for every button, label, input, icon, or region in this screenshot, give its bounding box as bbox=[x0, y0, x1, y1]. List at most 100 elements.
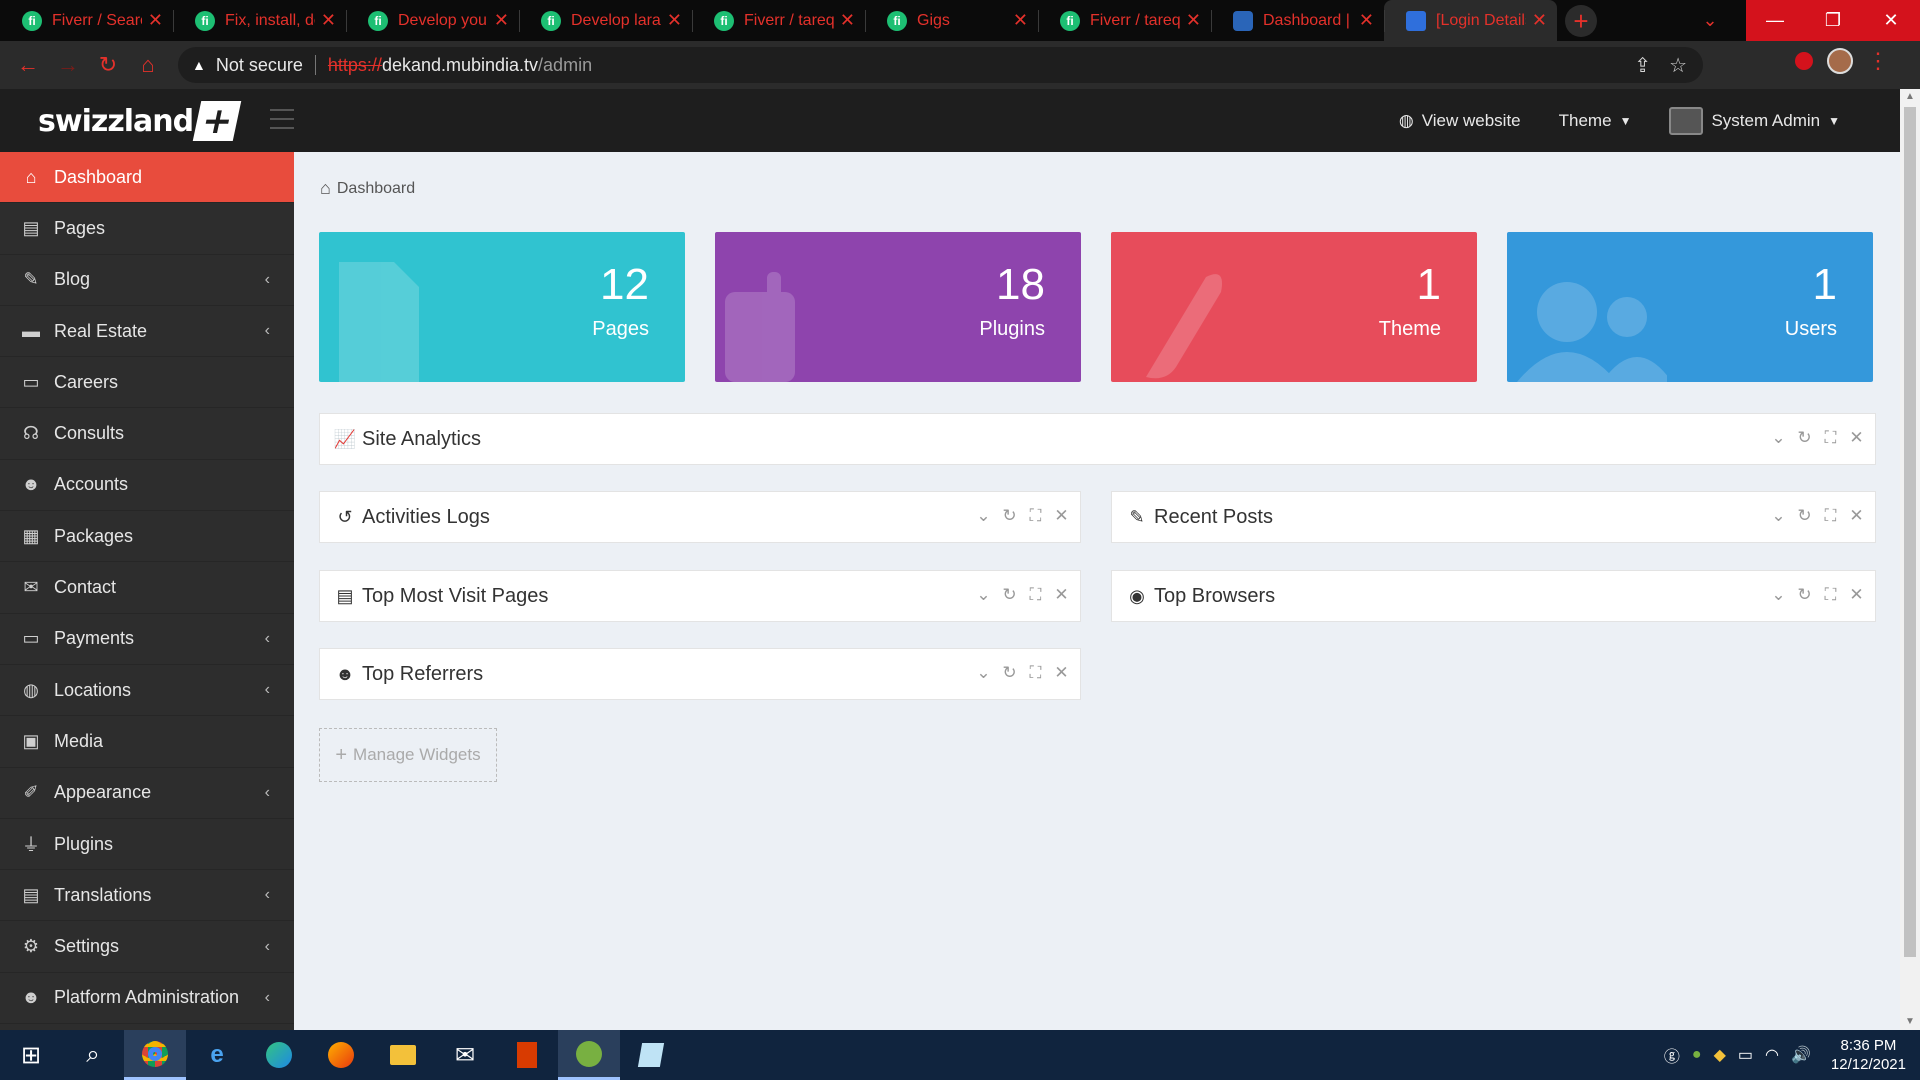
scroll-up-arrow-icon[interactable]: ▲ bbox=[1904, 91, 1916, 103]
security-tray-icon[interactable]: ◆ bbox=[1714, 1045, 1726, 1065]
close-tab-icon[interactable]: ✕ bbox=[148, 10, 163, 31]
stat-box-theme[interactable]: 1 Theme bbox=[1111, 232, 1477, 382]
new-tab-button[interactable]: + bbox=[1565, 5, 1597, 37]
utorrent-tray-icon[interactable]: ● bbox=[1692, 1046, 1702, 1064]
sidebar-item-dashboard[interactable]: ⌂ Dashboard bbox=[0, 152, 294, 204]
clock[interactable]: 8:36 PM 12/12/2021 bbox=[1831, 1036, 1906, 1074]
notepad-icon[interactable] bbox=[620, 1030, 682, 1080]
home-button[interactable]: ⌂ bbox=[128, 45, 168, 85]
refresh-icon[interactable]: ↻ bbox=[1796, 506, 1813, 526]
browser-tab[interactable]: fi Fiverr / tareq ✕ bbox=[1038, 0, 1211, 41]
sidebar-item-consults[interactable]: ☊ Consults bbox=[0, 408, 294, 460]
sidebar-item-plugins[interactable]: ⏚ Plugins bbox=[0, 819, 294, 871]
close-icon[interactable]: ✕ bbox=[1053, 663, 1070, 683]
minimize-button[interactable]: — bbox=[1746, 0, 1804, 41]
stat-box-plugins[interactable]: 18 Plugins bbox=[715, 232, 1081, 382]
refresh-icon[interactable]: ↻ bbox=[1796, 585, 1813, 605]
fullscreen-icon[interactable]: ⛶ bbox=[1027, 585, 1044, 605]
volume-icon[interactable]: 🔊 bbox=[1791, 1045, 1811, 1065]
close-tab-icon[interactable]: ✕ bbox=[1186, 10, 1201, 31]
sidebar-item-packages[interactable]: ▦ Packages bbox=[0, 511, 294, 563]
battery-icon[interactable]: ▭ bbox=[1738, 1045, 1753, 1065]
internet-explorer-icon[interactable]: e bbox=[186, 1030, 248, 1080]
chrome-icon[interactable] bbox=[124, 1030, 186, 1080]
warning-icon[interactable]: ▲ bbox=[192, 57, 206, 73]
file-explorer-icon[interactable] bbox=[372, 1030, 434, 1080]
office-icon[interactable] bbox=[496, 1030, 558, 1080]
close-tab-icon[interactable]: ✕ bbox=[1013, 10, 1028, 31]
close-icon[interactable]: ✕ bbox=[1053, 585, 1070, 605]
browser-tab[interactable]: fi Develop your ✕ bbox=[346, 0, 519, 41]
collapse-icon[interactable]: ⌄ bbox=[1770, 428, 1787, 448]
sidebar-toggle-button[interactable] bbox=[270, 109, 294, 129]
tab-search-chevron-icon[interactable]: ⌄ bbox=[1674, 0, 1746, 41]
security-label[interactable]: Not secure bbox=[216, 55, 303, 76]
theme-dropdown[interactable]: Theme ▼ bbox=[1559, 111, 1632, 131]
sidebar-item-media[interactable]: ▣ Media bbox=[0, 716, 294, 768]
fullscreen-icon[interactable]: ⛶ bbox=[1822, 428, 1839, 448]
browser-tab[interactable]: fi Fiverr / tareq ✕ bbox=[692, 0, 865, 41]
close-tab-icon[interactable]: ✕ bbox=[840, 10, 855, 31]
stat-box-pages[interactable]: 12 Pages bbox=[319, 232, 685, 382]
brand-logo[interactable]: swizzland + bbox=[38, 101, 242, 142]
edge-icon[interactable] bbox=[248, 1030, 310, 1080]
sidebar-item-settings[interactable]: ⚙ Settings ‹ bbox=[0, 921, 294, 973]
sidebar-item-translations[interactable]: ▤ Translations ‹ bbox=[0, 870, 294, 922]
browser-tab[interactable]: fi Gigs ✕ bbox=[865, 0, 1038, 41]
close-icon[interactable]: ✕ bbox=[1053, 506, 1070, 526]
profile-avatar[interactable] bbox=[1827, 48, 1853, 74]
stat-box-users[interactable]: 1 Users bbox=[1507, 232, 1873, 382]
close-tab-icon[interactable]: ✕ bbox=[667, 10, 682, 31]
sidebar-item-platform-administration[interactable]: ☻ Platform Administration ‹ bbox=[0, 973, 294, 1025]
page-scrollbar[interactable]: ▲ ▼ bbox=[1900, 89, 1920, 1030]
collapse-icon[interactable]: ⌄ bbox=[975, 506, 992, 526]
view-website-link[interactable]: ◍ View website bbox=[1399, 111, 1521, 131]
fullscreen-icon[interactable]: ⛶ bbox=[1027, 663, 1044, 683]
close-tab-icon[interactable]: ✕ bbox=[321, 10, 336, 31]
close-icon[interactable]: ✕ bbox=[1848, 585, 1865, 605]
manage-widgets-button[interactable]: + Manage Widgets bbox=[319, 728, 497, 782]
sidebar-item-locations[interactable]: ◍ Locations ‹ bbox=[0, 665, 294, 717]
collapse-icon[interactable]: ⌄ bbox=[975, 585, 992, 605]
fullscreen-icon[interactable]: ⛶ bbox=[1822, 585, 1839, 605]
search-icon[interactable]: ⌕ bbox=[62, 1030, 124, 1080]
close-tab-icon[interactable]: ✕ bbox=[1532, 10, 1547, 31]
sidebar-item-contact[interactable]: ✉ Contact bbox=[0, 562, 294, 614]
sidebar-item-pages[interactable]: ▤ Pages bbox=[0, 203, 294, 255]
sidebar-item-blog[interactable]: ✎ Blog ‹ bbox=[0, 255, 294, 306]
sidebar-item-appearance[interactable]: ✐ Appearance ‹ bbox=[0, 768, 294, 819]
wifi-icon[interactable]: ◠ bbox=[1765, 1045, 1779, 1065]
collapse-icon[interactable]: ⌄ bbox=[975, 663, 992, 683]
browser-tab[interactable]: fi Fiverr / Search ✕ bbox=[0, 0, 173, 41]
close-icon[interactable]: ✕ bbox=[1848, 428, 1865, 448]
utorrent-icon[interactable] bbox=[558, 1030, 620, 1080]
windows-start-icon[interactable]: ⊞ bbox=[0, 1030, 62, 1080]
fullscreen-icon[interactable]: ⛶ bbox=[1822, 506, 1839, 526]
sidebar-item-real-estate[interactable]: ▬ Real Estate ‹ bbox=[0, 306, 294, 358]
sidebar-item-accounts[interactable]: ☻ Accounts bbox=[0, 460, 294, 512]
close-tab-icon[interactable]: ✕ bbox=[494, 10, 509, 31]
grammarly-icon[interactable]: ⓖ bbox=[1664, 1043, 1680, 1067]
extension-icon[interactable] bbox=[1795, 52, 1813, 70]
firefox-icon[interactable] bbox=[310, 1030, 372, 1080]
collapse-icon[interactable]: ⌄ bbox=[1770, 585, 1787, 605]
bookmark-star-icon[interactable]: ☆ bbox=[1669, 53, 1687, 78]
user-menu[interactable]: System Admin ▼ bbox=[1669, 106, 1840, 135]
reload-button[interactable]: ↻ bbox=[88, 45, 128, 85]
scroll-down-arrow-icon[interactable]: ▼ bbox=[1904, 1016, 1916, 1028]
refresh-icon[interactable]: ↻ bbox=[1001, 663, 1018, 683]
home-icon[interactable]: ⌂ bbox=[320, 178, 331, 199]
sidebar-item-careers[interactable]: ▭ Careers bbox=[0, 357, 294, 409]
close-icon[interactable]: ✕ bbox=[1848, 506, 1865, 526]
fullscreen-icon[interactable]: ⛶ bbox=[1027, 506, 1044, 526]
scrollbar-thumb[interactable] bbox=[1904, 107, 1916, 957]
collapse-icon[interactable]: ⌄ bbox=[1770, 506, 1787, 526]
address-bar[interactable]: ▲ Not secure https:// dekand.mubindia.tv… bbox=[178, 47, 1703, 83]
mail-icon[interactable]: ✉ bbox=[434, 1030, 496, 1080]
maximize-button[interactable]: ❐ bbox=[1804, 0, 1862, 41]
refresh-icon[interactable]: ↻ bbox=[1796, 428, 1813, 448]
close-tab-icon[interactable]: ✕ bbox=[1359, 10, 1374, 31]
browser-tab[interactable]: fi Fix, install, de ✕ bbox=[173, 0, 346, 41]
browser-menu-icon[interactable]: ⋮ bbox=[1867, 48, 1889, 74]
browser-tab-active[interactable]: [Login Details ✕ bbox=[1384, 0, 1557, 41]
